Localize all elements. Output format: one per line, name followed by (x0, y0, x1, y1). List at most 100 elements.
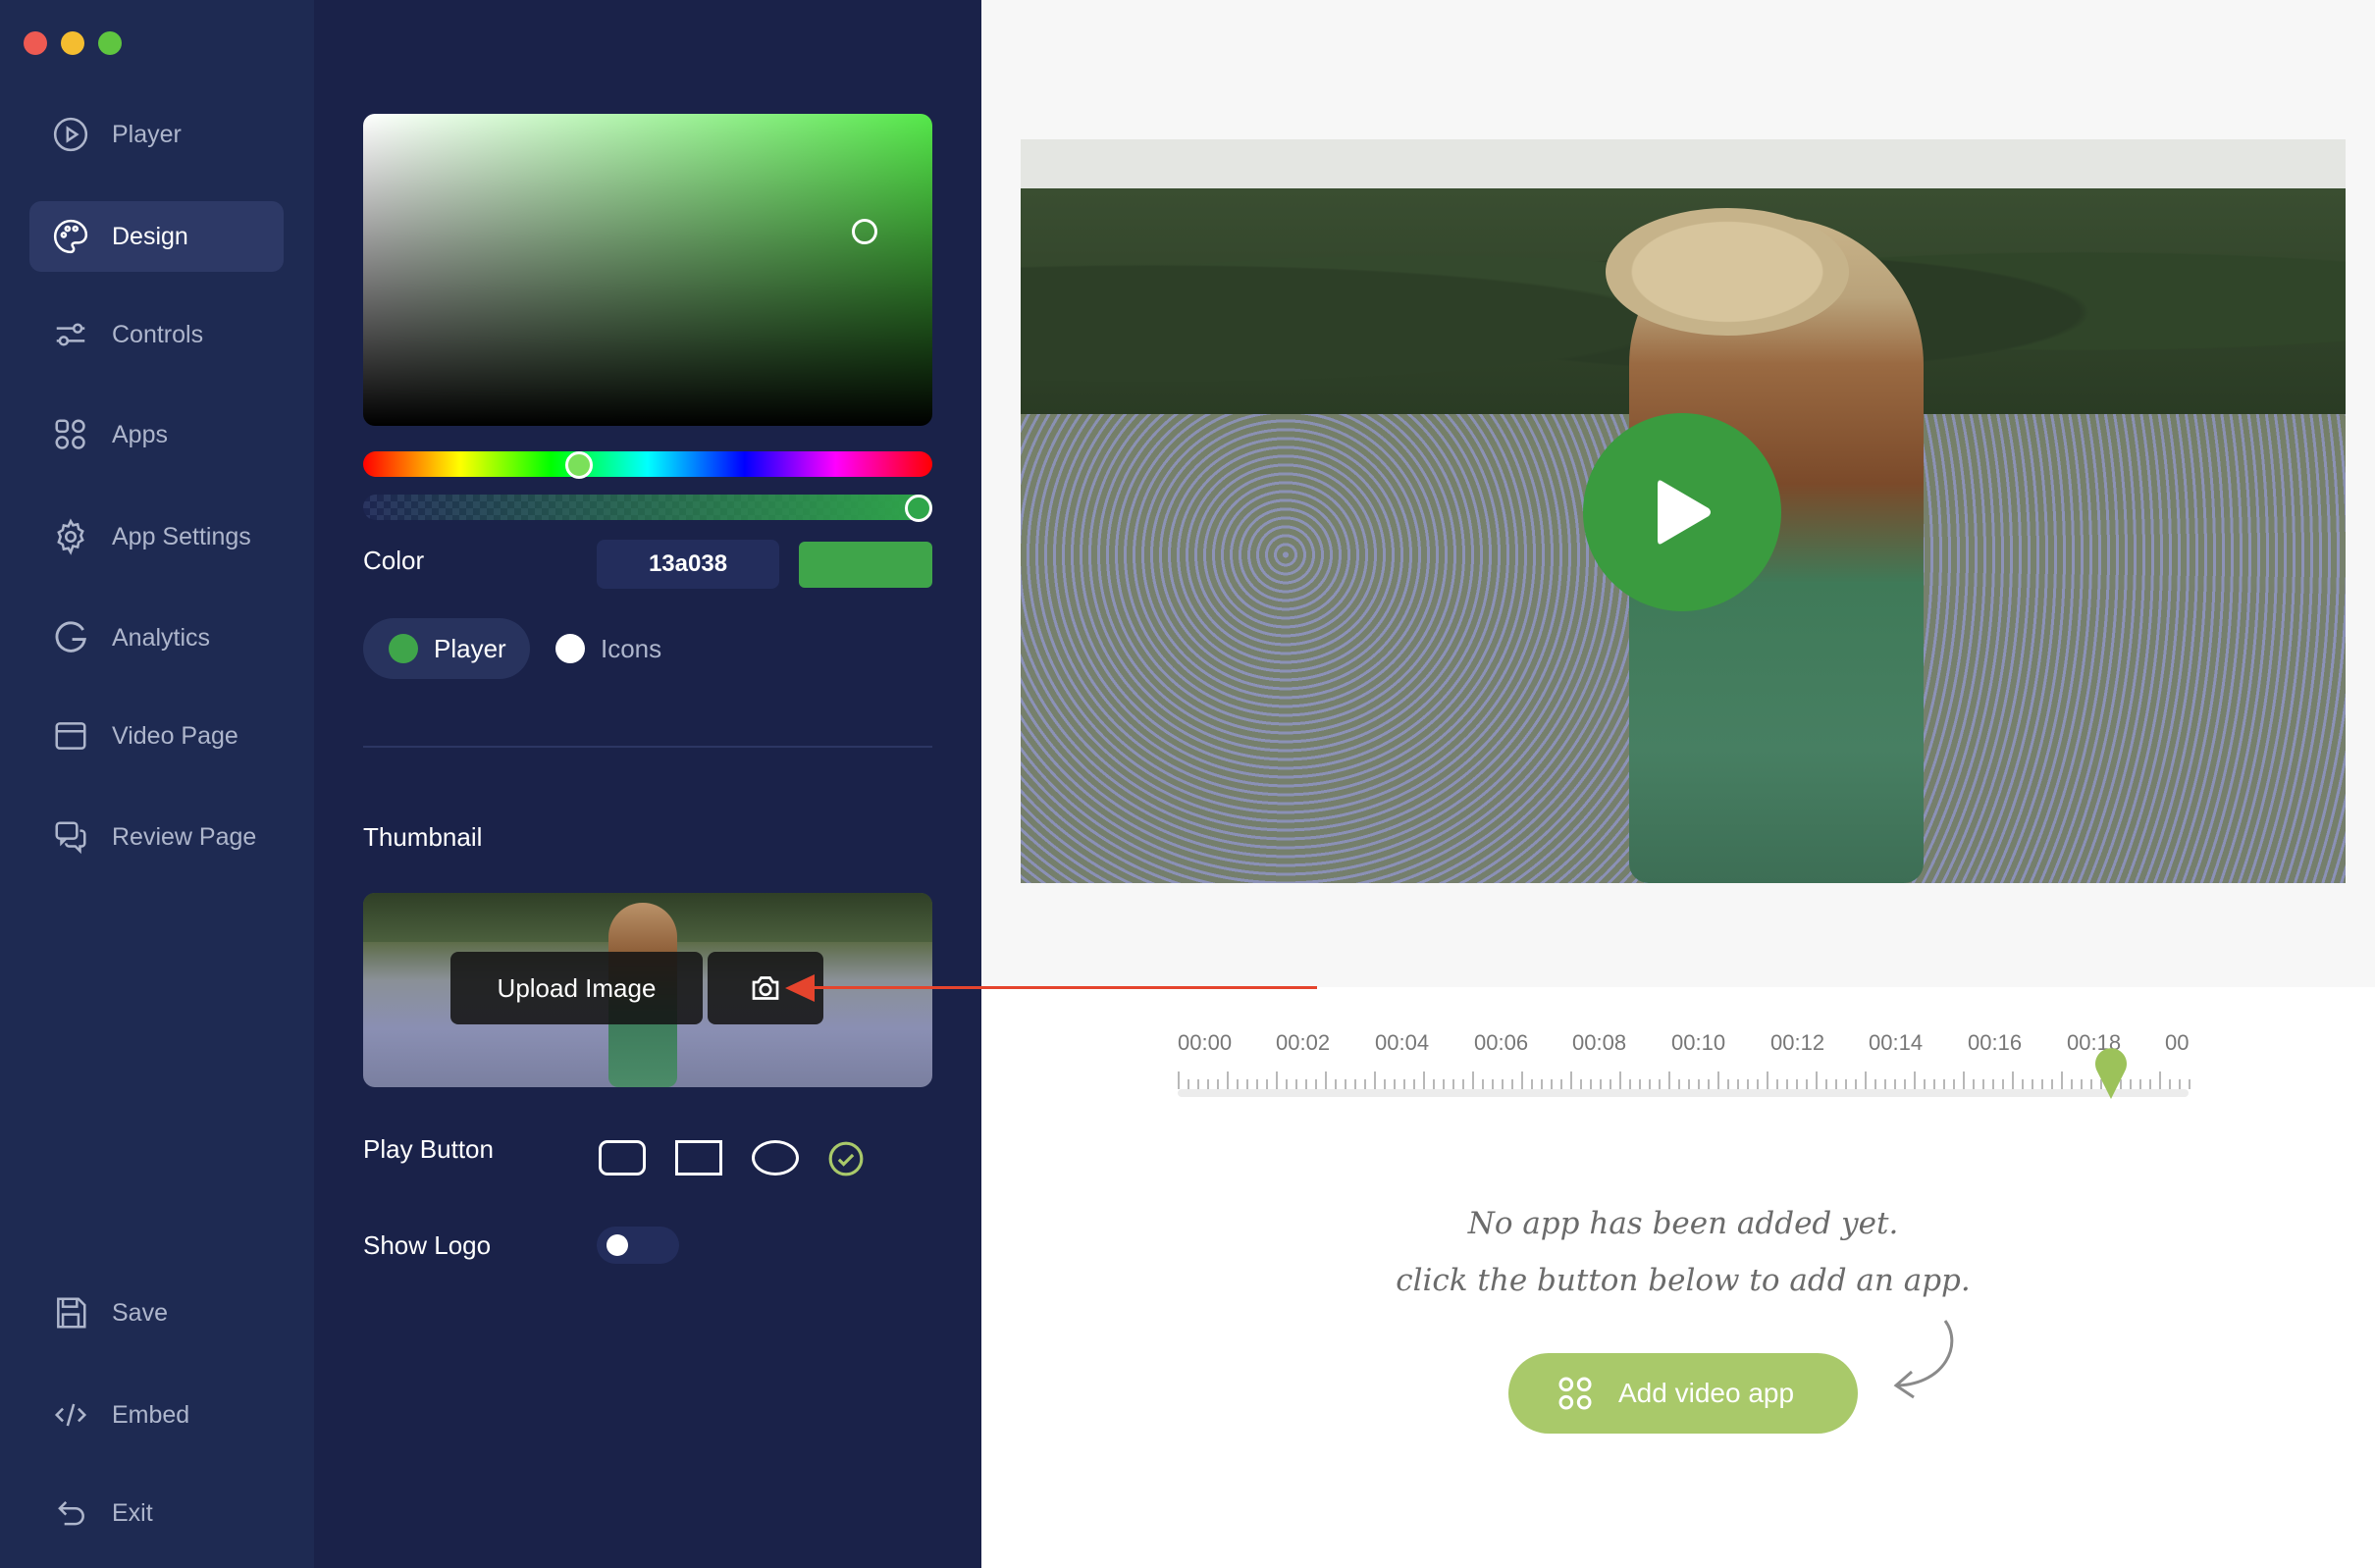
timeline-tick (2149, 1079, 2151, 1089)
timeline-tick (1659, 1079, 1661, 1089)
sidebar-item-app-settings[interactable]: App Settings (29, 501, 284, 572)
timeline-label: 00:10 (1671, 1030, 1726, 1055)
sidebar-item-video-page[interactable]: Video Page (29, 701, 284, 771)
close-window-button[interactable] (24, 31, 47, 55)
timeline-tick (1276, 1071, 1278, 1089)
timeline-tick (1717, 1071, 1719, 1089)
timeline-tick (1708, 1079, 1710, 1089)
sidebar-item-apps[interactable]: Apps (29, 399, 284, 470)
show-logo-label: Show Logo (363, 1230, 492, 1260)
play-shape-oval[interactable] (752, 1140, 799, 1176)
timeline-tick (1227, 1071, 1229, 1089)
timeline-tick (1482, 1079, 1484, 1089)
timeline-label: 00:00 (1178, 1030, 1233, 1055)
timeline-label: 00:12 (1770, 1030, 1825, 1055)
timeline-tick (1786, 1079, 1788, 1089)
timeline-tick (1727, 1079, 1729, 1089)
target-option-player[interactable]: Player (363, 618, 530, 679)
palette-icon (51, 217, 90, 256)
timeline-tick (1374, 1071, 1376, 1089)
toggle-knob (607, 1234, 628, 1256)
timeline-tick (1560, 1079, 1562, 1089)
timeline-tick (2051, 1079, 2053, 1089)
timeline-tick (1188, 1079, 1189, 1089)
timeline-tick (1207, 1079, 1209, 1089)
timeline-tick (1237, 1079, 1239, 1089)
add-video-app-label: Add video app (1618, 1378, 1795, 1408)
timeline-tick (1610, 1079, 1611, 1089)
timeline-tick (2090, 1079, 2092, 1089)
timeline-tick (1698, 1079, 1700, 1089)
sidebar-item-player[interactable]: Player (29, 99, 284, 170)
save-button[interactable]: Save (29, 1278, 284, 1348)
saturation-value-picker[interactable] (363, 114, 932, 426)
opacity-slider[interactable] (363, 495, 932, 520)
timeline-tick (1266, 1079, 1268, 1089)
video-subject-hat (1606, 208, 1849, 336)
timeline-tick (1295, 1079, 1297, 1089)
undo-arrow-icon (51, 1493, 90, 1533)
hex-color-input[interactable]: 13a038 (597, 540, 779, 589)
sidebar-item-controls[interactable]: Controls (29, 299, 284, 370)
timeline-tick (1364, 1079, 1366, 1089)
play-icon (1658, 480, 1711, 545)
apps-grid-icon (1558, 1377, 1592, 1410)
analytics-g-icon (51, 618, 90, 657)
timeline-tick (1737, 1079, 1739, 1089)
sidebar-nav: Player Design Controls Apps App Settings… (0, 0, 314, 1568)
timeline-tick (1197, 1079, 1199, 1089)
sidebar-item-label: Controls (112, 320, 204, 348)
timeline-tick (1855, 1079, 1857, 1089)
minimize-window-button[interactable] (61, 31, 84, 55)
play-button-label: Play Button (363, 1134, 494, 1164)
add-video-app-button[interactable]: Add video app (1508, 1353, 1858, 1434)
exit-button[interactable]: Exit (29, 1478, 284, 1548)
timeline-label: 00:16 (1968, 1030, 2023, 1055)
timeline-tick (1982, 1079, 1984, 1089)
play-button[interactable] (1583, 413, 1781, 611)
zoom-window-button[interactable] (98, 31, 122, 55)
annotation-arrow-head (785, 974, 815, 1002)
play-shape-rounded-square[interactable] (599, 1140, 646, 1176)
sidebar-item-review-page[interactable]: Review Page (29, 802, 284, 872)
timeline-label: 00:08 (1572, 1030, 1627, 1055)
timeline-tick (1551, 1079, 1553, 1089)
timeline-tick (1933, 1079, 1935, 1089)
timeline-tick (1757, 1079, 1759, 1089)
timeline-tick (1747, 1079, 1749, 1089)
hue-slider[interactable] (363, 451, 932, 477)
playhead-marker[interactable] (2093, 1042, 2129, 1101)
show-logo-toggle[interactable] (597, 1227, 679, 1264)
timeline-tick (2130, 1079, 2132, 1089)
embed-button[interactable]: Embed (29, 1380, 284, 1450)
sidebar-item-analytics[interactable]: Analytics (29, 602, 284, 673)
saturation-value-handle[interactable] (852, 219, 877, 244)
play-shape-circle-selected[interactable] (827, 1140, 865, 1177)
sidebar-item-design[interactable]: Design (29, 201, 284, 272)
section-divider (363, 746, 932, 748)
timeline-tick (1688, 1079, 1690, 1089)
timeline-tick (1600, 1079, 1602, 1089)
timeline-tick (1345, 1079, 1346, 1089)
timeline-tick (2139, 1079, 2141, 1089)
timeline-tick (1816, 1071, 1818, 1089)
timeline-tick (1776, 1079, 1778, 1089)
target-option-icons[interactable]: Icons (530, 618, 677, 679)
timeline-tick (1511, 1079, 1513, 1089)
timeline-tick (1521, 1071, 1523, 1089)
camera-icon (752, 976, 779, 1000)
timeline-tick (1904, 1079, 1906, 1089)
timeline-tick (1394, 1079, 1396, 1089)
timeline-tick (2189, 1079, 2190, 1089)
check-circle-icon (828, 1141, 864, 1176)
play-shape-square[interactable] (675, 1140, 722, 1176)
timeline-tick (1452, 1079, 1454, 1089)
opacity-slider-handle[interactable] (905, 495, 932, 522)
upload-image-button[interactable]: Upload Image (450, 952, 703, 1024)
video-timeline[interactable]: 00:00 00:02 00:04 00:06 00:08 00:10 00:1… (1178, 1030, 2190, 1109)
thumbnail-label: Thumbnail (363, 822, 483, 852)
timeline-tick (2081, 1079, 2083, 1089)
gear-icon (51, 517, 90, 556)
timeline-tick (1178, 1071, 1180, 1089)
save-label: Save (112, 1298, 168, 1327)
